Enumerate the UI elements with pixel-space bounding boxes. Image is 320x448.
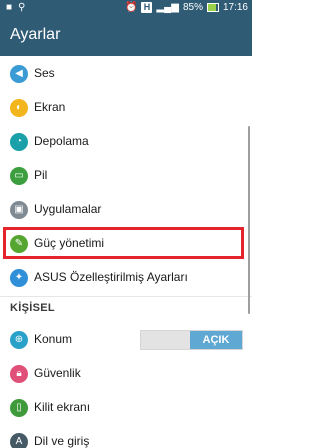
clock: 17:16	[222, 2, 248, 13]
settings-item-label: Ekran	[34, 100, 66, 114]
signal-icon: ▂▄▆	[156, 2, 179, 13]
settings-item-lock-screen[interactable]: ▯ Kilit ekranı	[0, 391, 252, 425]
display-icon: ◐	[10, 99, 28, 117]
page-title: Ayarlar	[10, 26, 61, 43]
battery-icon: ▭	[10, 167, 28, 185]
settings-item-asus-custom[interactable]: ✦ ASUS Özelleştirilmiş Ayarları	[0, 261, 252, 295]
notification-icon: ■	[6, 2, 13, 13]
location-icon: ⊕	[10, 331, 28, 349]
storage-icon: ◔	[10, 133, 28, 151]
settings-item-display[interactable]: ◐ Ekran	[0, 91, 252, 125]
settings-item-label: Dil ve giriş	[34, 434, 90, 448]
settings-item-apps[interactable]: ▣ Uygulamalar	[0, 193, 252, 227]
apps-icon: ▣	[10, 201, 28, 219]
alarm-icon: ⏰	[125, 2, 138, 13]
battery-percent: 85%	[182, 2, 203, 13]
settings-item-label: Depolama	[34, 134, 89, 148]
settings-item-label: Uygulamalar	[34, 202, 102, 216]
section-header-personal: KİŞİSEL	[10, 302, 55, 314]
app-bar: Ayarlar	[0, 18, 252, 56]
settings-item-label: Güvenlik	[34, 366, 81, 380]
location-toggle[interactable]: AÇIK	[140, 330, 243, 350]
highlight-box	[3, 227, 244, 259]
settings-item-label: ASUS Özelleştirilmiş Ayarları	[34, 270, 188, 284]
settings-item-sound[interactable]: ◀ Ses	[0, 57, 252, 91]
toggle-state: AÇIK	[190, 331, 242, 349]
settings-item-storage[interactable]: ◔ Depolama	[0, 125, 252, 159]
lock-screen-icon: ▯	[10, 399, 28, 417]
lock-icon: 🔒︎	[10, 365, 28, 383]
status-bar: ■ ⚲ ⏰ H ▂▄▆ 85% 17:16	[0, 0, 252, 18]
settings-item-label: Pil	[34, 168, 48, 182]
battery-icon	[206, 3, 219, 12]
sound-icon: ◀	[10, 65, 28, 83]
scrollbar[interactable]	[248, 126, 250, 314]
settings-item-battery[interactable]: ▭ Pil	[0, 159, 252, 193]
section-divider	[0, 296, 252, 297]
settings-item-label: Ses	[34, 66, 55, 80]
asus-custom-icon: ✦	[10, 269, 28, 287]
search-icon: ⚲	[18, 2, 26, 13]
settings-item-security[interactable]: 🔒︎ Güvenlik	[0, 357, 252, 391]
language-icon: A	[10, 433, 28, 448]
settings-item-label: Kilit ekranı	[34, 400, 91, 414]
network-type-icon: H	[141, 2, 153, 13]
settings-item-language[interactable]: A Dil ve giriş	[0, 425, 252, 448]
settings-item-label: Konum	[34, 332, 73, 346]
